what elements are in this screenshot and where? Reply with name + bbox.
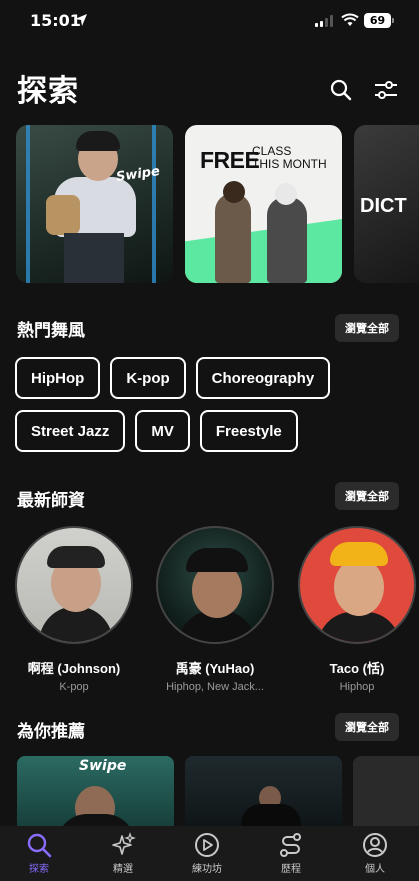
tab-label: 練功坊 — [192, 864, 222, 875]
banner-card-2[interactable]: FREE CLASS THIS MONTH — [185, 125, 342, 283]
teacher-styles: Hiphop, New Jack... — [166, 681, 264, 693]
avatar — [298, 526, 416, 644]
banner-card-3[interactable]: DICT — [354, 125, 419, 283]
avatar — [15, 526, 133, 644]
tab-label: 歷程 — [281, 864, 301, 875]
teacher-card[interactable]: 禹豪 (YuHao) Hiphop, New Jack... — [156, 526, 274, 693]
style-chip[interactable]: HipHop — [15, 357, 101, 399]
tab-featured[interactable]: 精選 — [93, 832, 153, 875]
search-icon — [330, 79, 352, 101]
page-title: 探索 — [17, 74, 79, 109]
banner-card-1[interactable]: Swipe — [16, 125, 173, 283]
style-chip-list: HipHop K-pop Choreography Street Jazz MV… — [15, 357, 355, 452]
avatar — [156, 526, 274, 644]
tab-label: 探索 — [29, 864, 49, 875]
recommend-card[interactable]: Swipe — [17, 756, 174, 832]
style-chip[interactable]: Street Jazz — [15, 410, 126, 452]
tab-journey[interactable]: 歷程 — [261, 832, 321, 875]
tab-practice[interactable]: 練功坊 — [177, 832, 237, 875]
section-title-styles: 熱門舞風 — [17, 321, 85, 341]
search-icon — [27, 833, 52, 858]
play-circle-icon — [195, 833, 219, 857]
person-icon — [363, 833, 387, 857]
cellular-signal-icon — [315, 15, 333, 27]
style-chip[interactable]: Freestyle — [199, 410, 298, 452]
banner-headline: DICT — [360, 195, 407, 217]
teacher-styles: Hiphop — [339, 681, 375, 693]
battery-icon: 69 — [364, 13, 394, 28]
tab-label: 個人 — [365, 864, 385, 875]
teacher-styles: K-pop — [59, 681, 89, 693]
browse-all-recommend-button[interactable]: 瀏覽全部 — [335, 713, 399, 741]
tab-bar: 探索 精選 練功坊 歷程 個人 — [0, 826, 419, 881]
tab-label: 精選 — [113, 864, 133, 875]
section-title-teachers: 最新師資 — [17, 491, 85, 511]
sliders-icon — [375, 81, 397, 99]
recommend-logo: Swipe — [79, 758, 127, 774]
style-chip[interactable]: K-pop — [110, 357, 186, 399]
wifi-icon — [341, 13, 359, 26]
banner-subline: CLASS THIS MONTH — [252, 144, 327, 171]
teacher-name: 禹豪 (YuHao) — [175, 661, 255, 676]
section-title-recommend: 為你推薦 — [17, 722, 85, 742]
browse-all-teachers-button[interactable]: 瀏覽全部 — [335, 482, 399, 510]
style-chip[interactable]: MV — [135, 410, 190, 452]
path-icon — [280, 833, 301, 857]
filter-button[interactable] — [374, 78, 398, 102]
recommend-card[interactable] — [353, 756, 419, 832]
tab-profile[interactable]: 個人 — [345, 832, 405, 875]
teacher-name: 啊程 (Johnson) — [27, 661, 121, 676]
teacher-name: Taco (恬) — [329, 661, 385, 676]
recommend-card[interactable] — [185, 756, 342, 832]
location-arrow-icon — [75, 14, 87, 26]
banner-headline: FREE — [200, 147, 260, 173]
tab-explore[interactable]: 探索 — [9, 832, 69, 875]
browse-all-styles-button[interactable]: 瀏覽全部 — [335, 314, 399, 342]
teacher-card[interactable]: Taco (恬) Hiphop — [298, 526, 416, 693]
search-button[interactable] — [329, 78, 353, 102]
teacher-card[interactable]: 啊程 (Johnson) K-pop — [15, 526, 133, 693]
style-chip[interactable]: Choreography — [195, 357, 331, 399]
status-bar: 15:01 69 — [0, 0, 419, 44]
sparkle-icon — [112, 832, 136, 855]
